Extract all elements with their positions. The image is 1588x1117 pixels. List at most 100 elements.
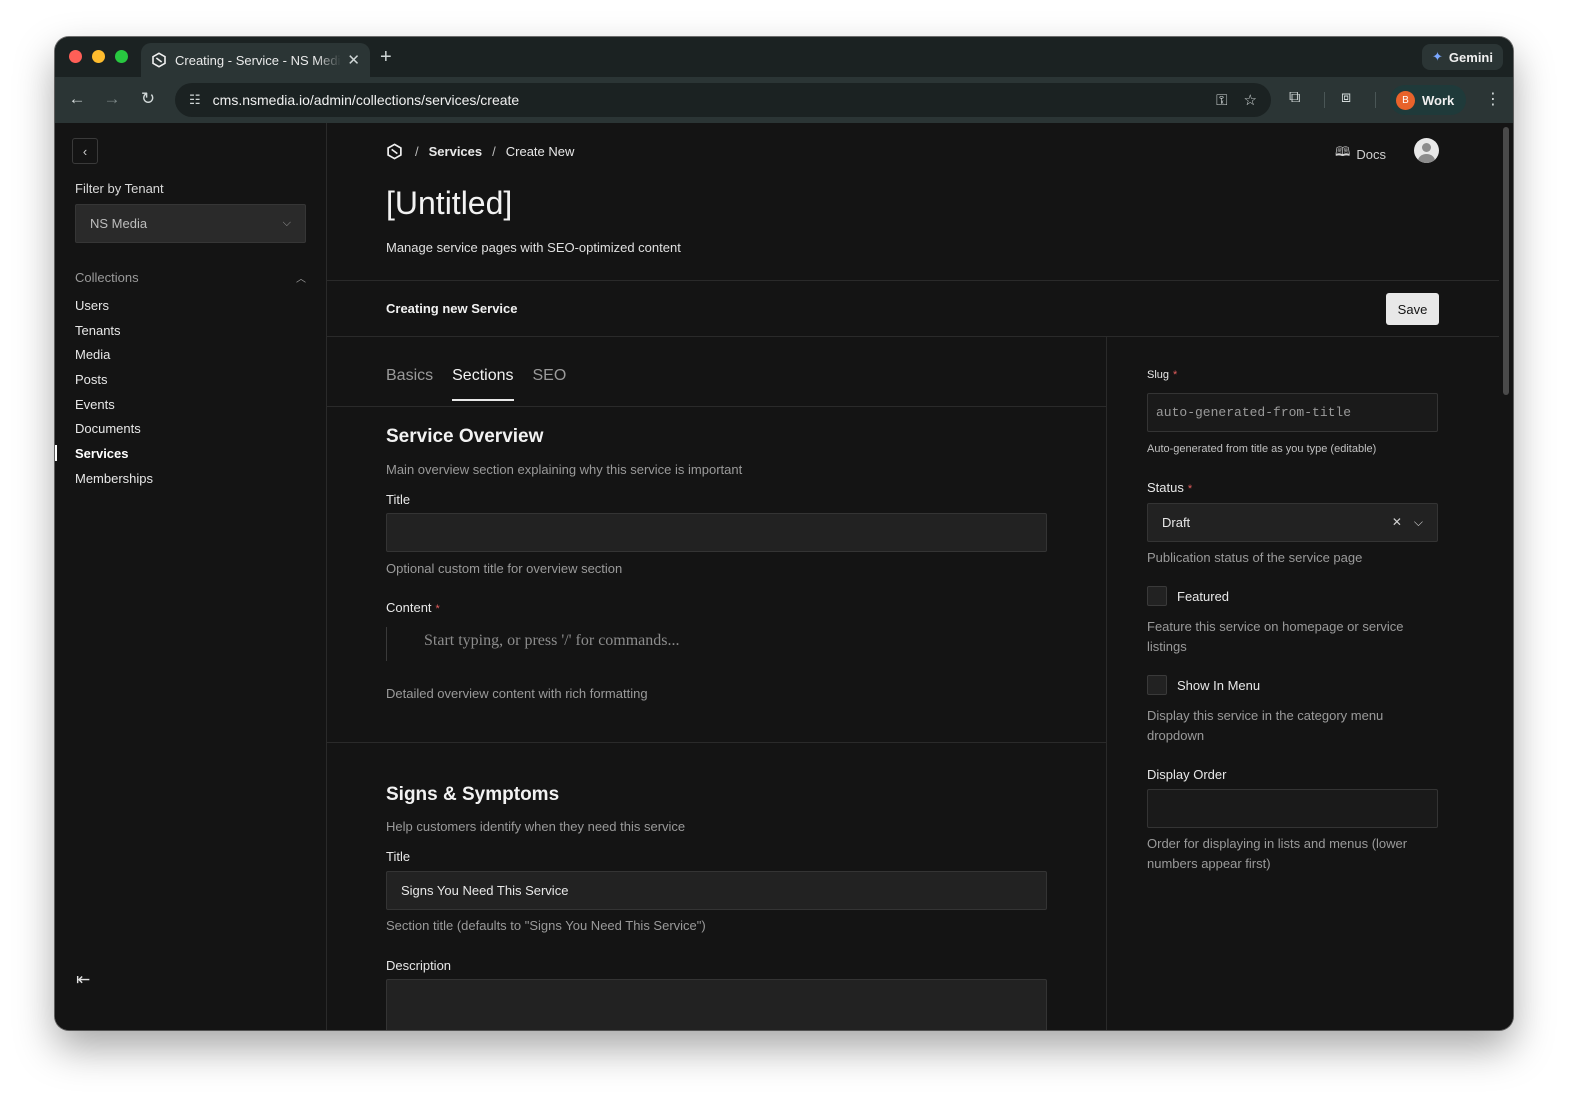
breadcrumb-services-link[interactable]: Services xyxy=(429,144,483,159)
sidebar-item-users[interactable]: Users xyxy=(75,297,153,322)
save-button[interactable]: Save xyxy=(1386,293,1439,325)
sidebar-fields: Slug * auto-generated-from-title Auto-gen… xyxy=(1107,337,1499,1030)
overview-title-input[interactable] xyxy=(386,513,1047,552)
sidebar-item-services[interactable]: Services xyxy=(75,445,153,470)
address-bar[interactable]: ☷ cms.nsmedia.io/admin/collections/servi… xyxy=(175,83,1271,117)
site-settings-icon[interactable]: ☷ xyxy=(189,92,201,108)
featured-checkbox-row[interactable]: Featured xyxy=(1147,586,1229,606)
featured-checkbox[interactable] xyxy=(1147,586,1167,606)
form-tabs: Basics Sections SEO xyxy=(386,367,566,401)
browser-window: Creating - Service - NS Media ✕ + ✦ Gemi… xyxy=(55,37,1513,1030)
cms-logo-icon[interactable] xyxy=(386,143,403,160)
maximize-window-button[interactable] xyxy=(115,50,128,63)
cms-page: ‹ Filter by Tenant NS Media ⌵ Collection… xyxy=(55,123,1513,1030)
status-select[interactable]: Draft ✕ ⌵ xyxy=(1147,503,1438,542)
clear-x-icon[interactable]: ✕ xyxy=(1392,515,1402,530)
overview-title-label: Title xyxy=(386,492,411,507)
new-tab-icon[interactable]: + xyxy=(380,46,392,69)
section-divider xyxy=(327,742,1107,743)
chevron-down-icon[interactable]: ⌵ xyxy=(1414,515,1423,530)
sidebar: ‹ Filter by Tenant NS Media ⌵ Collection… xyxy=(55,123,327,1030)
tab-sections[interactable]: Sections xyxy=(452,367,514,401)
main-form: Basics Sections SEO Service Overview Mai… xyxy=(327,337,1107,1030)
profile-label: Work xyxy=(1422,92,1455,108)
gemini-button[interactable]: ✦ Gemini xyxy=(1422,44,1503,70)
display-order-input[interactable] xyxy=(1147,789,1438,828)
show-in-menu-checkbox-row[interactable]: Show In Menu xyxy=(1147,675,1260,695)
signs-title-helper: Section title (defaults to "Signs You Ne… xyxy=(386,918,706,933)
sidebar-item-media[interactable]: Media xyxy=(75,346,153,371)
tabs-divider xyxy=(327,406,1107,407)
required-asterisk: * xyxy=(435,603,440,615)
toolbar-separator xyxy=(1375,92,1376,108)
minimize-window-button[interactable] xyxy=(92,50,105,63)
slug-helper: Auto-generated from title as you type (e… xyxy=(1147,443,1377,455)
signs-title-label: Title xyxy=(386,849,411,864)
sidebar-item-events[interactable]: Events xyxy=(75,396,153,421)
required-asterisk: * xyxy=(1187,483,1193,495)
document-controls: Creating new Service Save xyxy=(327,280,1499,337)
signs-title-input[interactable]: Signs You Need This Service xyxy=(386,871,1047,910)
url-text[interactable]: cms.nsmedia.io/admin/collections/service… xyxy=(213,92,1200,108)
show-in-menu-checkbox[interactable] xyxy=(1147,675,1167,695)
overview-title-helper: Optional custom title for overview secti… xyxy=(386,561,623,576)
signs-description-label: Description xyxy=(386,958,452,973)
collections-label: Collections xyxy=(75,270,139,285)
tab-search-icon[interactable]: ⧈ xyxy=(1341,89,1351,107)
collections-group-toggle[interactable]: Collections ︿ xyxy=(75,270,306,285)
breadcrumb: / Services / Create New xyxy=(386,143,574,160)
sidebar-item-documents[interactable]: Documents xyxy=(75,420,153,445)
browser-menu-icon[interactable]: ⋮ xyxy=(1485,89,1501,109)
chevron-down-icon: ⌵ xyxy=(282,217,291,229)
chevron-up-icon: ︿ xyxy=(296,274,306,285)
profile-avatar: B xyxy=(1396,90,1415,110)
breadcrumb-current: Create New xyxy=(505,144,575,159)
tab-basics[interactable]: Basics xyxy=(386,367,433,401)
docs-link[interactable]: 🕮 Docs xyxy=(1335,143,1386,165)
browser-tab-active[interactable]: Creating - Service - NS Media ✕ xyxy=(141,43,370,77)
overview-content-editor[interactable]: Start typing, or press '/' for commands.… xyxy=(386,627,1047,661)
bookmark-star-icon[interactable]: ☆ xyxy=(1244,91,1257,109)
site-logo-icon xyxy=(152,52,166,68)
logout-icon[interactable]: ⇤ xyxy=(76,970,90,990)
user-avatar[interactable] xyxy=(1414,138,1439,163)
back-arrow-icon[interactable]: ← xyxy=(66,89,88,109)
signs-section-title: Signs & Symptoms xyxy=(386,784,560,805)
slug-input[interactable]: auto-generated-from-title xyxy=(1147,393,1438,432)
close-window-button[interactable] xyxy=(69,50,82,63)
slug-label-text: Slug xyxy=(1147,369,1170,381)
tab-seo[interactable]: SEO xyxy=(533,367,567,401)
docs-label: Docs xyxy=(1356,146,1386,162)
scrollbar-thumb[interactable] xyxy=(1503,127,1509,395)
page-title: [Untitled] xyxy=(386,185,513,221)
overview-section-description: Main overview section explaining why thi… xyxy=(386,462,743,477)
book-icon: 🕮 xyxy=(1335,144,1351,159)
sidebar-item-memberships[interactable]: Memberships xyxy=(75,470,153,495)
display-order-label: Display Order xyxy=(1147,767,1227,782)
extensions-puzzle-icon[interactable]: ⧉ xyxy=(1289,89,1300,107)
toolbar-separator xyxy=(1324,92,1325,108)
overview-section-title: Service Overview xyxy=(386,426,544,447)
collapse-sidebar-button[interactable]: ‹ xyxy=(72,138,98,164)
sidebar-item-tenants[interactable]: Tenants xyxy=(75,322,153,347)
overview-content-label: Content * xyxy=(386,600,440,615)
close-tab-icon[interactable]: ✕ xyxy=(347,51,360,69)
status-label-text: Status xyxy=(1147,480,1184,495)
password-key-icon[interactable]: ⚿ xyxy=(1216,92,1227,109)
status-select-value: Draft xyxy=(1162,515,1191,530)
overview-content-helper: Detailed overview content with rich form… xyxy=(386,686,648,701)
tab-title: Creating - Service - NS Media xyxy=(175,52,342,68)
status-helper: Publication status of the service page xyxy=(1147,550,1363,565)
page-scrollbar[interactable] xyxy=(1499,123,1513,1030)
tenant-select-value: NS Media xyxy=(90,216,148,231)
sidebar-item-posts[interactable]: Posts xyxy=(75,371,153,396)
slug-label: Slug * xyxy=(1147,369,1177,381)
show-in-menu-helper: Display this service in the category men… xyxy=(1147,708,1384,743)
profile-button[interactable]: B Work xyxy=(1390,85,1467,115)
document-status-text: Creating new Service xyxy=(386,301,518,316)
browser-toolbar: ← → ↻ ☷ cms.nsmedia.io/admin/collections… xyxy=(55,77,1513,123)
signs-description-textarea[interactable] xyxy=(386,979,1047,1030)
forward-arrow-icon[interactable]: → xyxy=(101,89,123,109)
tenant-select[interactable]: NS Media ⌵ xyxy=(75,204,306,243)
reload-icon[interactable]: ↻ xyxy=(137,89,159,109)
